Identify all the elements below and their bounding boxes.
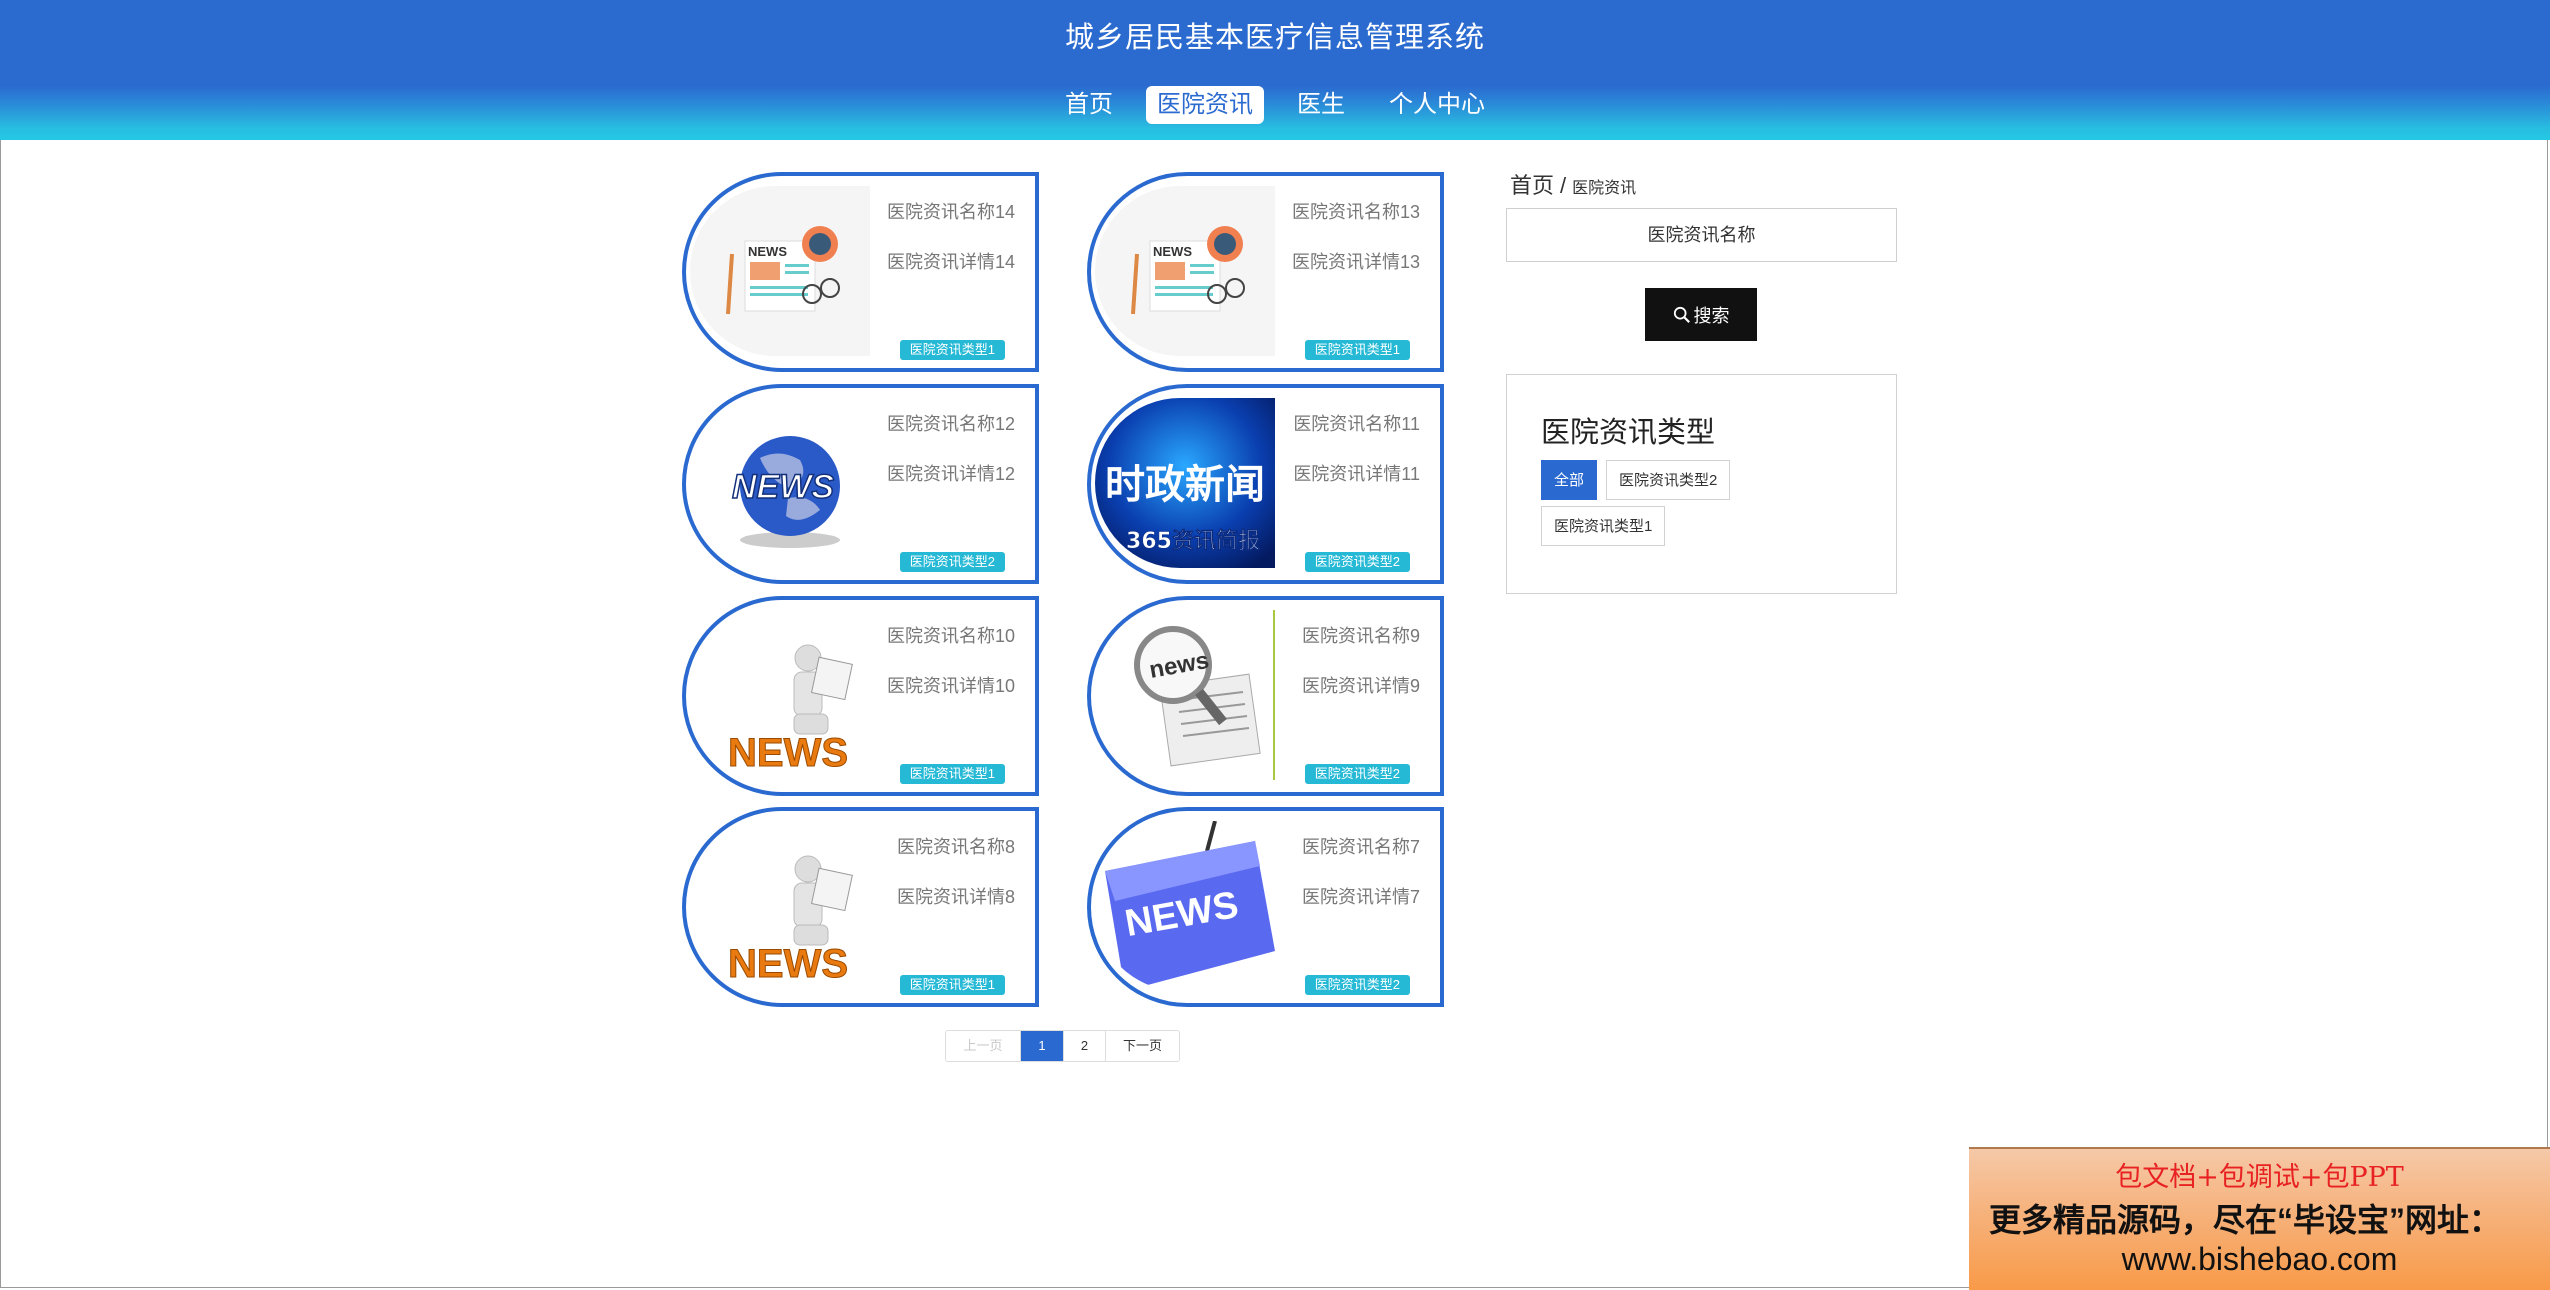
news-type-tag: 医院资讯类型2 bbox=[1304, 975, 1410, 995]
svg-text:NEWS: NEWS bbox=[748, 244, 787, 259]
prev-page-button[interactable]: 上一页 bbox=[946, 1031, 1020, 1061]
type-filter-type2[interactable]: 医院资讯类型2 bbox=[1606, 460, 1731, 500]
news-magnifier-icon: news bbox=[1095, 610, 1275, 780]
nav-item-hospital-news[interactable]: 医院资讯 bbox=[1146, 86, 1264, 124]
svg-text:NEWS: NEWS bbox=[728, 731, 848, 775]
news-card[interactable]: 时政新闻 365资讯简报 医院资讯名称11 医院资讯详情11 医院资讯类型2 bbox=[1087, 384, 1444, 584]
news-detail: 医院资讯详情10 bbox=[886, 676, 1015, 696]
news-detail: 医院资讯详情14 bbox=[886, 252, 1015, 272]
news-globe-icon: NEWS bbox=[690, 398, 870, 568]
breadcrumb-home[interactable]: 首页 bbox=[1510, 173, 1554, 198]
news-card[interactable]: NEWS 医院资讯名称10 医院资讯详情10 医院资讯类型1 bbox=[682, 596, 1039, 796]
nav-item-personal-center[interactable]: 个人中心 bbox=[1378, 86, 1496, 124]
type-filter-all[interactable]: 全部 bbox=[1541, 460, 1598, 500]
header: 城乡居民基本医疗信息管理系统 首页 医院资讯 医生 个人中心 bbox=[0, 0, 2550, 140]
news-title: 医院资讯名称8 bbox=[896, 837, 1015, 857]
news-card[interactable]: NEWS 医院资讯名称7 医院资讯详情7 医院资讯类型2 bbox=[1087, 807, 1444, 1007]
news-card[interactable]: NEWS 医院资讯名称13 医院资讯详情13 医院资讯类型1 bbox=[1087, 172, 1444, 372]
news-detail: 医院资讯详情12 bbox=[886, 464, 1015, 484]
banner-text-main: 时政新闻 bbox=[1105, 462, 1265, 508]
site-title: 城乡居民基本医疗信息管理系统 bbox=[1064, 22, 1485, 54]
news-card[interactable]: NEWS 医院资讯名称8 医院资讯详情8 医院资讯类型1 bbox=[682, 807, 1039, 1007]
news-card[interactable]: news 医院资讯名称9 医院资讯详情9 医院资讯类型2 bbox=[1087, 596, 1444, 796]
news-title: 医院资讯名称9 bbox=[1301, 626, 1420, 646]
news-title: 医院资讯名称11 bbox=[1293, 414, 1420, 434]
ad-line-url: www.bishebao.com bbox=[2121, 1241, 2398, 1277]
news-detail: 医院资讯详情13 bbox=[1291, 252, 1420, 272]
svg-text:NEWS: NEWS bbox=[728, 942, 848, 986]
news-paper-icon: NEWS bbox=[1095, 186, 1275, 356]
breadcrumb-separator: / bbox=[1560, 173, 1567, 198]
ad-banner[interactable]: 包文档+包调试+包PPT 更多精品源码，尽在“毕设宝”网址： www.bishe… bbox=[1969, 1147, 2550, 1290]
news-type-tag: 医院资讯类型2 bbox=[1304, 552, 1410, 572]
news-key-icon: NEWS bbox=[1095, 821, 1275, 991]
ad-line-promo: 更多精品源码，尽在“毕设宝”网址： bbox=[1989, 1202, 2502, 1238]
news-reader-figure: NEWS bbox=[690, 821, 870, 991]
type-filter-type1[interactable]: 医院资讯类型1 bbox=[1541, 506, 1666, 546]
search-button-label: 搜索 bbox=[1693, 305, 1730, 326]
page-button-1[interactable]: 1 bbox=[1020, 1031, 1063, 1061]
news-title: 医院资讯名称12 bbox=[886, 414, 1015, 434]
news-card[interactable]: NEWS 医院资讯名称12 医院资讯详情12 医院资讯类型2 bbox=[682, 384, 1039, 584]
search-input[interactable] bbox=[1506, 208, 1897, 262]
news-detail: 医院资讯详情9 bbox=[1301, 676, 1420, 696]
svg-text:NEWS: NEWS bbox=[1153, 244, 1192, 259]
news-title: 医院资讯名称14 bbox=[886, 202, 1015, 222]
news-detail: 医院资讯详情8 bbox=[896, 887, 1015, 907]
next-page-button[interactable]: 下一页 bbox=[1105, 1031, 1179, 1061]
news-banner-image: 时政新闻 365资讯简报 bbox=[1095, 398, 1275, 568]
pagination: 上一页 1 2 下一页 bbox=[945, 1030, 1180, 1062]
news-type-title: 医院资讯类型 bbox=[1541, 417, 1716, 449]
breadcrumb-current: 医院资讯 bbox=[1572, 180, 1637, 197]
news-title: 医院资讯名称7 bbox=[1301, 837, 1420, 857]
news-type-panel: 医院资讯类型 全部 医院资讯类型2 医院资讯类型1 bbox=[1506, 374, 1897, 594]
news-detail: 医院资讯详情11 bbox=[1293, 464, 1420, 484]
news-type-tag: 医院资讯类型2 bbox=[1304, 764, 1410, 784]
news-card[interactable]: NEWS 医院资讯名称14 医院资讯详情14 医院资讯类型1 bbox=[682, 172, 1039, 372]
banner-text-sub: 365资讯简报 bbox=[1126, 528, 1260, 554]
news-type-tag: 医院资讯类型1 bbox=[1304, 340, 1410, 360]
news-type-tag: 医院资讯类型1 bbox=[899, 975, 1005, 995]
search-button[interactable]: 搜索 bbox=[1645, 288, 1757, 341]
news-title: 医院资讯名称13 bbox=[1291, 202, 1420, 222]
nav-item-doctor[interactable]: 医生 bbox=[1286, 86, 1356, 124]
ad-line-offer: 包文档+包调试+包PPT bbox=[2115, 1162, 2404, 1193]
news-type-tag: 医院资讯类型1 bbox=[899, 764, 1005, 784]
news-type-tag: 医院资讯类型2 bbox=[899, 552, 1005, 572]
news-paper-icon: NEWS bbox=[690, 186, 870, 356]
news-detail: 医院资讯详情7 bbox=[1301, 887, 1420, 907]
nav-item-home[interactable]: 首页 bbox=[1054, 86, 1124, 124]
news-title: 医院资讯名称10 bbox=[886, 626, 1015, 646]
page-button-2[interactable]: 2 bbox=[1063, 1031, 1105, 1061]
svg-text:NEWS: NEWS bbox=[732, 468, 834, 506]
news-reader-figure: NEWS bbox=[690, 610, 870, 780]
breadcrumb: 首页 / 医院资讯 bbox=[1510, 168, 1636, 200]
main-nav: 首页 医院资讯 医生 个人中心 bbox=[0, 86, 2550, 124]
search-icon bbox=[1673, 306, 1690, 323]
news-type-tag: 医院资讯类型1 bbox=[899, 340, 1005, 360]
